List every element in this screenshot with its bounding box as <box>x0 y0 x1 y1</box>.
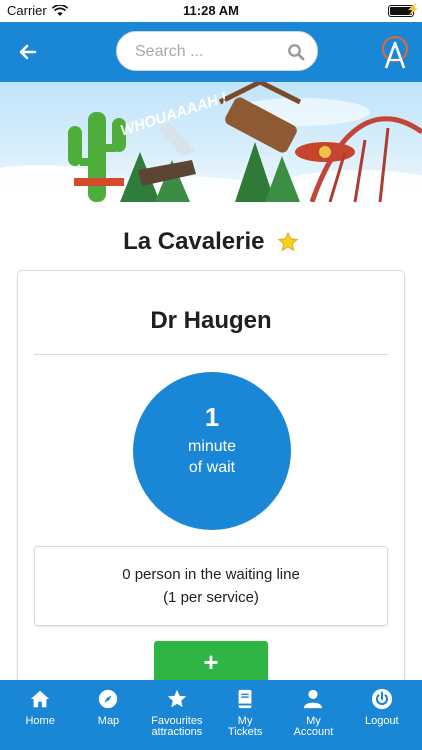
screen: Carrier 11:28 AM ⚡ Search ... WHOUAAAAH … <box>0 0 422 750</box>
star-icon <box>167 689 186 708</box>
back-button[interactable] <box>14 38 42 66</box>
wait-time-badge: 1 minute of wait <box>133 372 291 530</box>
power-icon <box>371 688 392 710</box>
nav-item-favourites[interactable]: Favourites attractions <box>146 680 208 750</box>
compass-icon <box>99 689 118 709</box>
wait-time-suffix: of wait <box>188 459 236 476</box>
nav-item-account[interactable]: My Account <box>282 680 344 750</box>
queue-rate: (1 per service) <box>163 589 259 606</box>
favourite-star-icon[interactable] <box>277 231 299 253</box>
book-icon <box>238 689 252 709</box>
ride-name: Dr Haugen <box>150 307 272 334</box>
charging-icon: ⚡ <box>406 4 420 16</box>
search-input[interactable] <box>135 40 285 64</box>
queue-count: 0 person in the waiting line <box>122 566 300 583</box>
nav-label-line2: Tickets <box>227 726 263 738</box>
nav-label: Logout <box>364 715 399 727</box>
status-bar: Carrier 11:28 AM ⚡ <box>0 0 422 22</box>
attraction-title-row: La Cavalerie <box>0 228 422 264</box>
nav-label: Map <box>97 715 120 727</box>
clock: 11:28 AM <box>183 3 239 18</box>
search-box[interactable] <box>116 31 318 71</box>
nav-item-tickets[interactable]: My Tickets <box>214 680 276 750</box>
nav-label-line2: attractions <box>151 726 203 738</box>
nav-label: My Tickets <box>208 716 282 738</box>
park-logo-icon[interactable] <box>380 34 410 70</box>
join-queue-button[interactable]: + <box>154 641 268 685</box>
park-banner: WHOUAAAAH ! <box>0 82 422 202</box>
nav-label: Home <box>25 715 55 727</box>
search-icon[interactable] <box>287 43 305 61</box>
wait-time-value: 1 <box>204 402 220 432</box>
top-bar <box>0 22 422 82</box>
nav-label: My Account <box>276 716 350 738</box>
park-name: La Cavalerie <box>123 228 265 255</box>
arrow-left-icon <box>19 44 37 60</box>
nav-item-logout[interactable]: Logout <box>351 680 413 750</box>
divider <box>34 354 388 355</box>
nav-item-home[interactable]: Home <box>9 680 71 750</box>
nav-label-line2: Account <box>293 726 334 738</box>
attraction-card: Dr Haugen 1 minute of wait 0 person in t… <box>17 270 405 710</box>
wait-time-unit: minute <box>187 438 237 455</box>
user-icon <box>304 689 323 709</box>
queue-info-box: 0 person in the waiting line (1 per serv… <box>34 546 388 626</box>
nav-item-map[interactable]: Map <box>77 680 139 750</box>
park-banner-image: WHOUAAAAH ! <box>0 82 422 202</box>
home-icon <box>30 690 50 708</box>
nav-label: Favourites attractions <box>140 716 214 738</box>
bottom-nav: Home Map Favourites attractions My Ticke… <box>0 680 422 750</box>
